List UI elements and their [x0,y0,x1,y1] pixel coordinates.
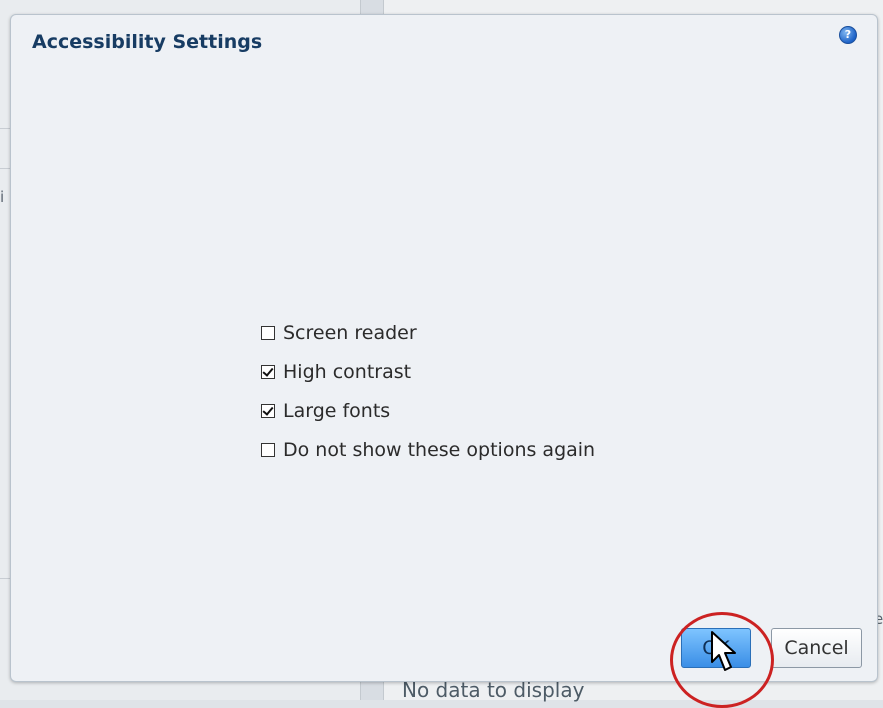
cancel-button[interactable]: Cancel [771,628,862,668]
dialog-title: Accessibility Settings [32,31,263,53]
high-contrast-checkbox[interactable] [261,364,275,379]
options-list: Screen reader High contrast Large fonts … [261,313,595,469]
do-not-show-again-checkbox[interactable] [261,442,275,457]
option-screen-reader[interactable]: Screen reader [261,313,595,352]
option-label: High contrast [283,360,412,383]
accessibility-settings-dialog: Accessibility Settings ? Screen reader H… [10,14,878,708]
option-high-contrast[interactable]: High contrast [261,352,595,391]
option-label: Screen reader [283,321,417,344]
option-do-not-show-again[interactable]: Do not show these options again [261,430,595,469]
arrow-cursor-icon [711,631,736,671]
large-fonts-checkbox[interactable] [261,403,275,418]
option-label: Large fonts [283,399,391,422]
help-icon[interactable]: ? [839,26,857,44]
screen-reader-checkbox[interactable] [261,325,275,340]
option-large-fonts[interactable]: Large fonts [261,391,595,430]
option-label: Do not show these options again [283,438,596,461]
background-clipped-text: i [0,188,5,206]
